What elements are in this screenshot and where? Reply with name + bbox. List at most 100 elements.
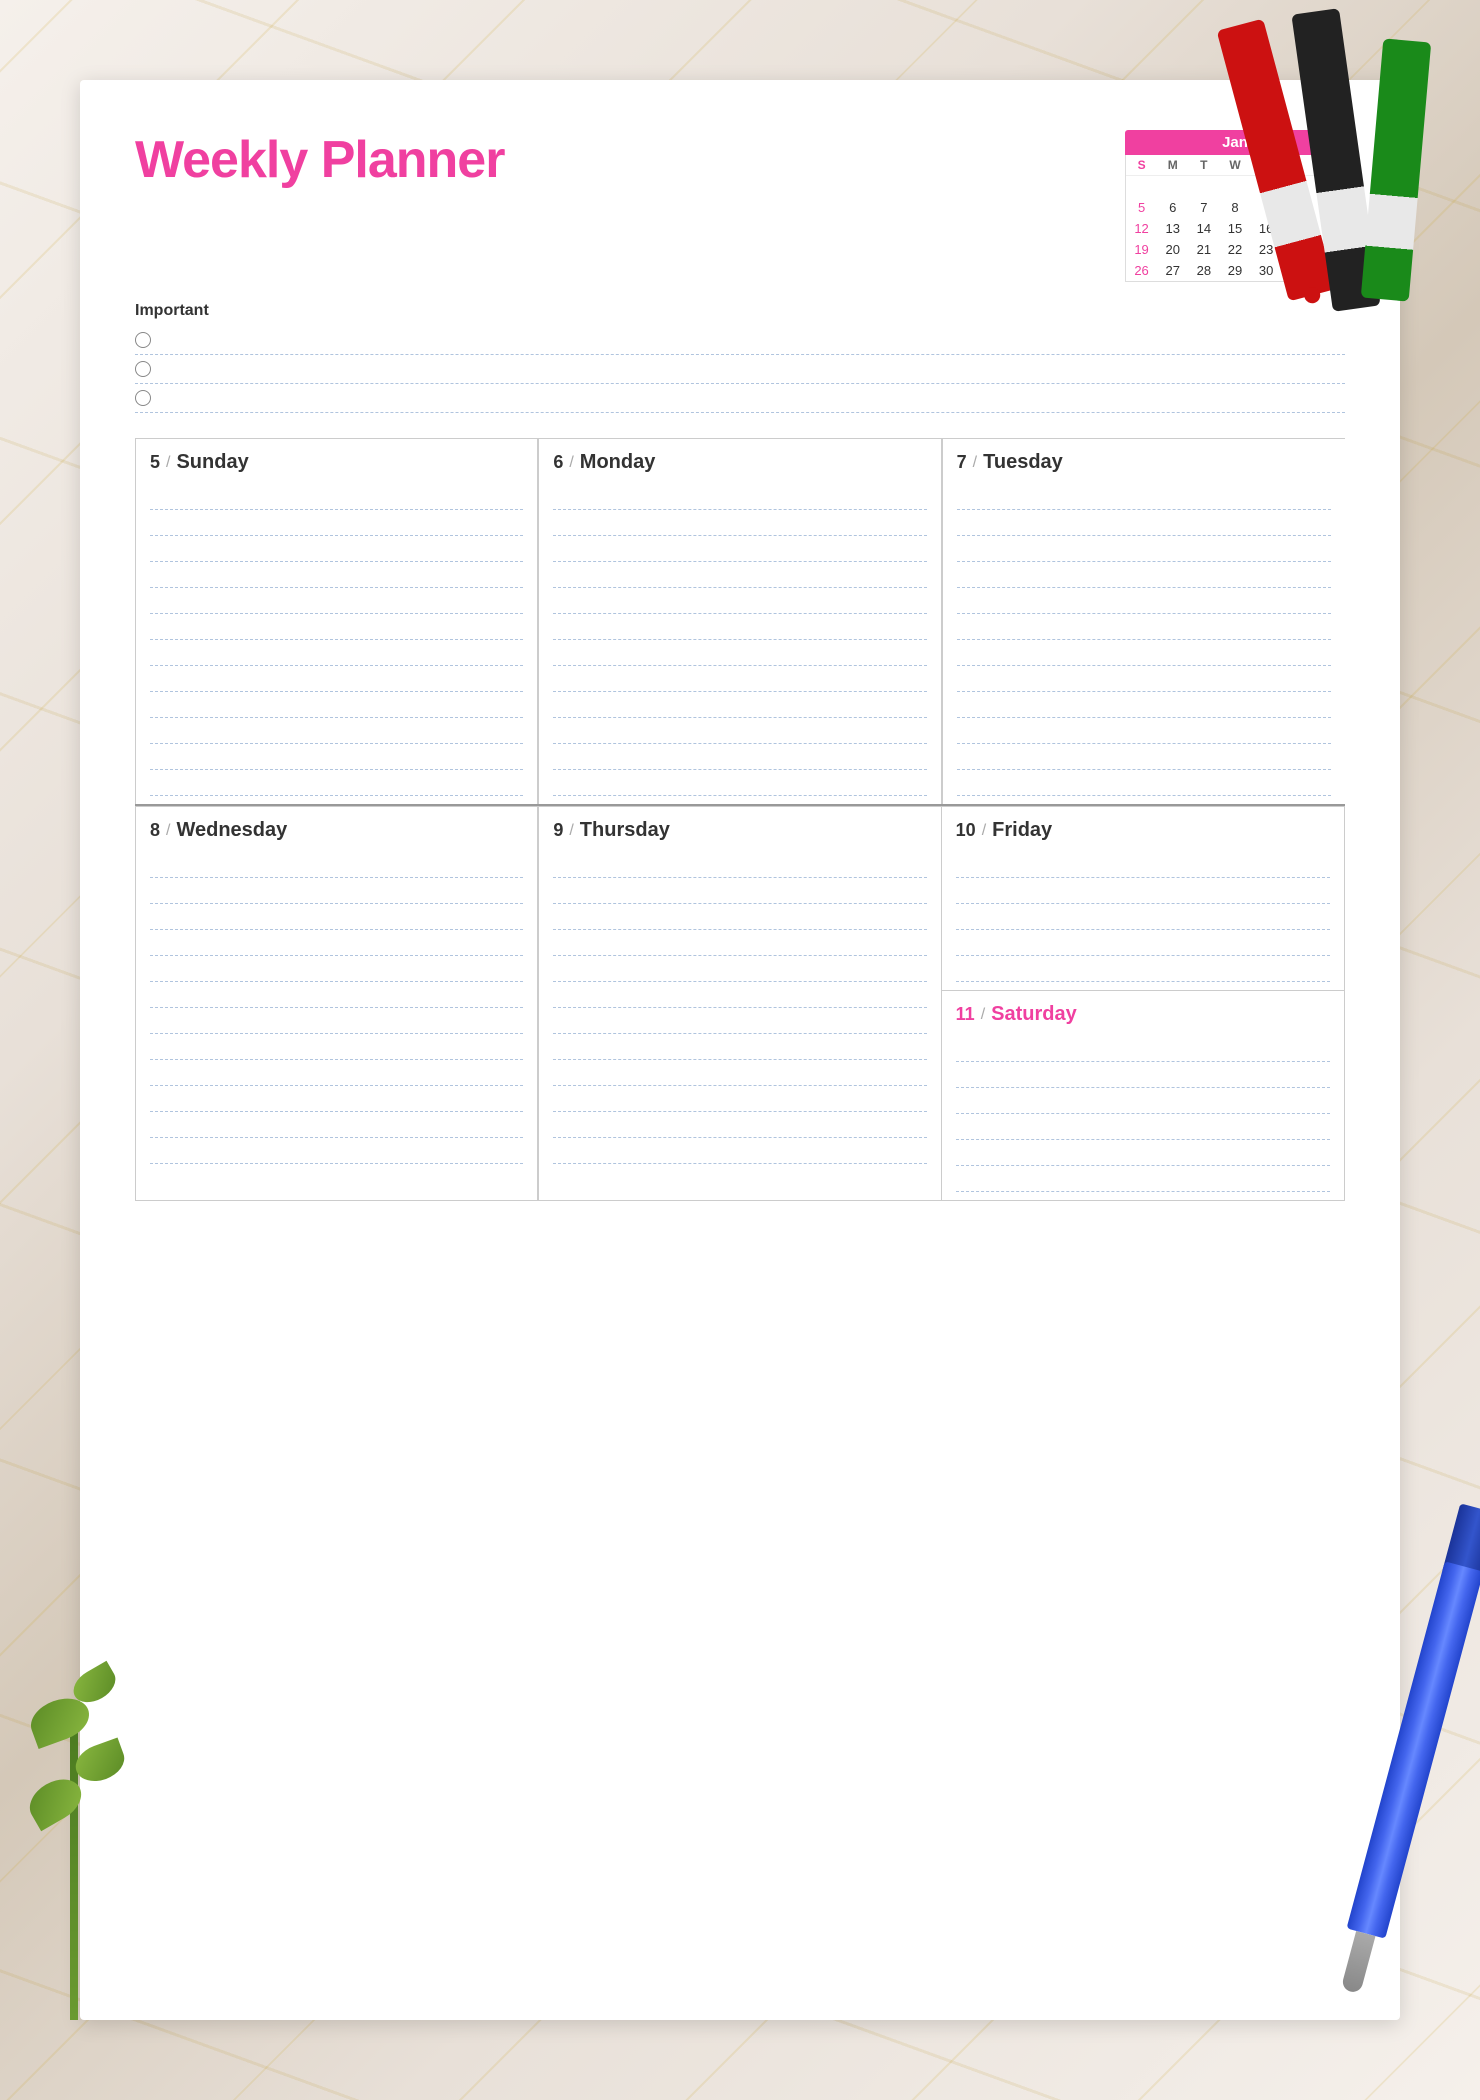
tuesday-line-11 — [957, 744, 1331, 770]
plant-decoration — [20, 1620, 140, 2020]
sunday-line-4 — [150, 562, 523, 588]
friday-line-3 — [956, 904, 1330, 930]
monday-line-8 — [553, 666, 926, 692]
sunday-line-2 — [150, 510, 523, 536]
tuesday-line-7 — [957, 640, 1331, 666]
thursday-num: 9 — [553, 820, 563, 841]
wednesday-line-4 — [150, 930, 523, 956]
tuesday-line-4 — [957, 562, 1331, 588]
sunday-name: Sunday — [176, 451, 248, 474]
thursday-line-6 — [553, 982, 926, 1008]
friday-name: Friday — [992, 819, 1052, 842]
saturday-line-4 — [956, 1114, 1330, 1140]
wednesday-slash: / — [166, 822, 170, 840]
thursday-slash: / — [569, 822, 573, 840]
friday-line-4 — [956, 930, 1330, 956]
monday-header: 6 / Monday — [553, 451, 926, 474]
sunday-num: 5 — [150, 452, 160, 473]
tuesday-name: Tuesday — [983, 451, 1063, 474]
sunday-line-6 — [150, 614, 523, 640]
important-checkbox-2[interactable] — [135, 361, 151, 377]
monday-line-9 — [553, 692, 926, 718]
monday-lines — [553, 484, 926, 796]
thursday-name: Thursday — [580, 819, 670, 842]
important-row-3 — [135, 384, 1345, 413]
wednesday-lines — [150, 852, 523, 1164]
days-bottom-row: 8 / Wednesday 9 / — [135, 806, 1345, 1201]
thursday-line-1 — [553, 852, 926, 878]
thursday-line-10 — [553, 1086, 926, 1112]
monday-line-7 — [553, 640, 926, 666]
friday-line-1 — [956, 852, 1330, 878]
saturday-line-5 — [956, 1140, 1330, 1166]
sunday-slash: / — [166, 454, 170, 472]
day-cell-tuesday: 7 / Tuesday — [942, 438, 1345, 804]
saturday-header: 11 / Saturday — [956, 1003, 1330, 1026]
friday-section: 10 / Friday — [942, 807, 1344, 991]
day-cell-monday: 6 / Monday — [538, 438, 941, 804]
saturday-line-3 — [956, 1088, 1330, 1114]
saturday-line-6 — [956, 1166, 1330, 1192]
wednesday-line-8 — [150, 1034, 523, 1060]
thursday-line-3 — [553, 904, 926, 930]
thursday-line-12 — [553, 1138, 926, 1164]
wednesday-line-12 — [150, 1138, 523, 1164]
plant-leaf-3 — [22, 1771, 89, 1831]
wednesday-line-9 — [150, 1060, 523, 1086]
thursday-line-11 — [553, 1112, 926, 1138]
tuesday-line-9 — [957, 692, 1331, 718]
saturday-slash: / — [981, 1006, 985, 1024]
important-checkbox-3[interactable] — [135, 390, 151, 406]
wednesday-line-10 — [150, 1086, 523, 1112]
thursday-line-4 — [553, 930, 926, 956]
wednesday-header: 8 / Wednesday — [150, 819, 523, 842]
monday-line-10 — [553, 718, 926, 744]
sunday-lines — [150, 484, 523, 796]
monday-line-2 — [553, 510, 926, 536]
sunday-line-5 — [150, 588, 523, 614]
saturday-line-2 — [956, 1062, 1330, 1088]
tuesday-line-2 — [957, 510, 1331, 536]
sunday-line-9 — [150, 692, 523, 718]
thursday-line-8 — [553, 1034, 926, 1060]
sunday-line-3 — [150, 536, 523, 562]
wednesday-line-7 — [150, 1008, 523, 1034]
sunday-line-7 — [150, 640, 523, 666]
monday-line-5 — [553, 588, 926, 614]
tuesday-line-12 — [957, 770, 1331, 796]
tuesday-line-5 — [957, 588, 1331, 614]
thursday-line-5 — [553, 956, 926, 982]
saturday-name: Saturday — [991, 1003, 1077, 1026]
tuesday-line-10 — [957, 718, 1331, 744]
friday-header: 10 / Friday — [956, 819, 1330, 842]
saturday-num: 11 — [956, 1004, 975, 1025]
tuesday-line-1 — [957, 484, 1331, 510]
wednesday-line-6 — [150, 982, 523, 1008]
wednesday-line-3 — [150, 904, 523, 930]
sunday-line-10 — [150, 718, 523, 744]
tuesday-line-8 — [957, 666, 1331, 692]
tuesday-line-3 — [957, 536, 1331, 562]
sunday-header: 5 / Sunday — [150, 451, 523, 474]
wednesday-name: Wednesday — [176, 819, 287, 842]
sunday-line-12 — [150, 770, 523, 796]
planner-paper: Weekly Planner Jan S M T W T F S — [80, 80, 1400, 2020]
sunday-line-11 — [150, 744, 523, 770]
saturday-lines — [956, 1036, 1330, 1192]
friday-num: 10 — [956, 820, 976, 841]
tuesday-line-6 — [957, 614, 1331, 640]
friday-line-5 — [956, 956, 1330, 982]
monday-num: 6 — [553, 452, 563, 473]
tuesday-num: 7 — [957, 452, 967, 473]
sunday-line-1 — [150, 484, 523, 510]
monday-line-12 — [553, 770, 926, 796]
day-cell-thursday: 9 / Thursday — [538, 806, 941, 1201]
monday-name: Monday — [580, 451, 656, 474]
day-cell-sunday: 5 / Sunday — [135, 438, 538, 804]
day-cell-wednesday: 8 / Wednesday — [135, 806, 538, 1201]
monday-line-11 — [553, 744, 926, 770]
saturday-section: 11 / Saturday — [942, 991, 1344, 1200]
saturday-line-1 — [956, 1036, 1330, 1062]
thursday-line-2 — [553, 878, 926, 904]
important-checkbox-1[interactable] — [135, 332, 151, 348]
